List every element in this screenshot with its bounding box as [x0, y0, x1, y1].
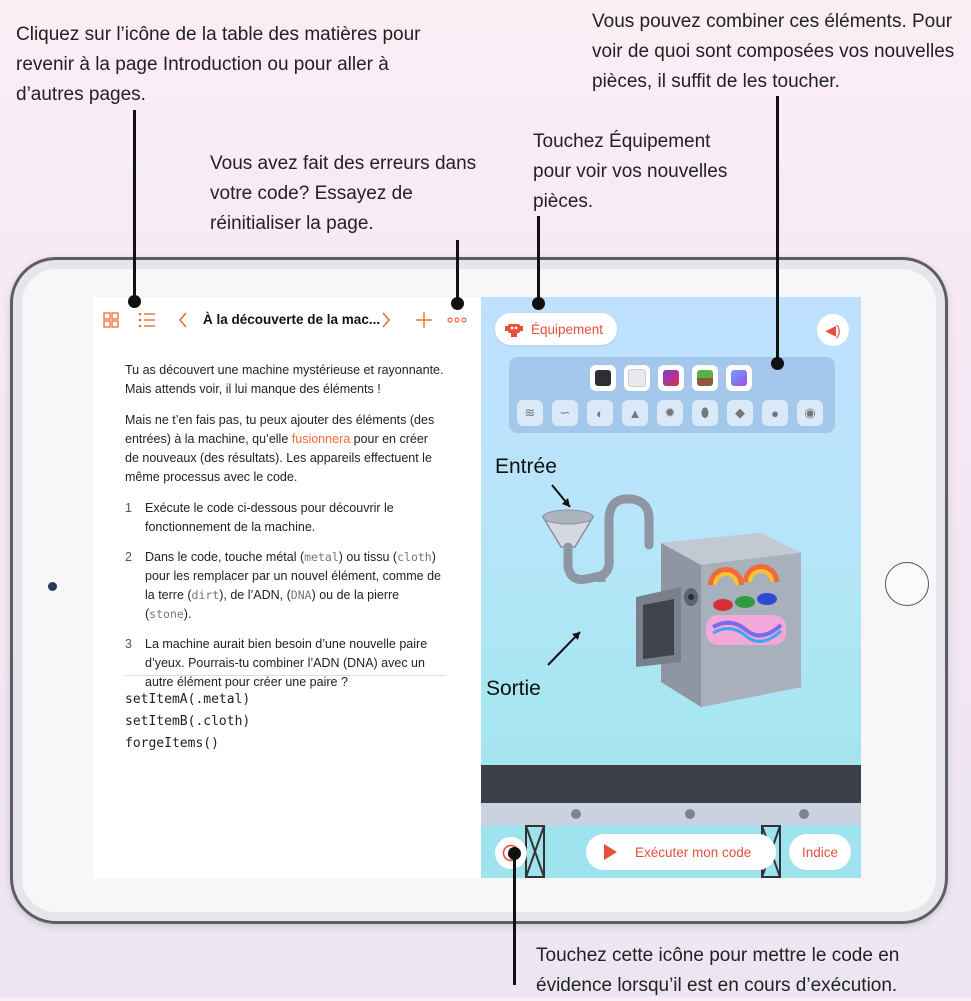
- equipment-callout: Touchez Équipement pour voir vos nouvell…: [533, 131, 728, 212]
- camera: [48, 582, 57, 591]
- inline-code-dna: DNA: [290, 588, 312, 602]
- play-icon: [604, 844, 617, 860]
- inline-code-stone: stone: [149, 607, 184, 621]
- hint-button[interactable]: Indice: [789, 834, 851, 870]
- step-number: 2: [125, 550, 132, 564]
- step-text: Exécute le code ci-dessous pour découvri…: [145, 501, 394, 534]
- rail-bolt: [685, 809, 695, 819]
- run-label: Exécuter mon code: [635, 844, 752, 860]
- robot-icon: [505, 324, 523, 337]
- code-line[interactable]: setItemA(.metal): [125, 689, 250, 711]
- item-slot[interactable]: [692, 365, 718, 391]
- step-text: La machine aurait bien besoin d’une nouv…: [145, 637, 428, 689]
- speaker-icon: ◀): [825, 321, 841, 338]
- page-title: À la découverte de la mac...: [203, 312, 381, 327]
- item-slot[interactable]: [624, 365, 650, 391]
- chevron-left-icon[interactable]: [178, 311, 188, 329]
- highlight-callout: Touchez cette icône pour mettre le code …: [536, 945, 900, 996]
- truss-left: [525, 825, 545, 878]
- step-number: 1: [125, 501, 132, 515]
- inline-code-cloth: cloth: [397, 550, 432, 564]
- step-3: 3 La machine aurait bien besoin d’une nou…: [125, 635, 445, 692]
- run-code-button[interactable]: Exécuter mon code: [586, 834, 776, 870]
- toolbar: À la découverte de la mac...: [93, 297, 481, 345]
- highlight-dot: [508, 847, 521, 860]
- grid-icon[interactable]: [103, 312, 119, 328]
- list-icon[interactable]: [138, 311, 156, 329]
- toc-leader: [133, 110, 136, 301]
- step-2: 2 Dans le code, touche métal (metal) ou t…: [125, 548, 445, 624]
- equipment-tray: ≋ ∽ ◐ ▲ ✹ ⬮ ◆ ● ◉: [509, 357, 835, 433]
- plus-icon[interactable]: [415, 311, 433, 329]
- lesson-pane: À la découverte de la mac... Tu as décou…: [93, 297, 481, 878]
- rail-bolt: [799, 809, 809, 819]
- reset-leader: [456, 240, 459, 302]
- text: ) ou tissu (: [338, 550, 398, 564]
- glossary-link[interactable]: fusionnera: [292, 432, 350, 446]
- ball-icon[interactable]: ◉: [797, 400, 823, 426]
- code-editor[interactable]: setItemA(.metal) setItemB(.cloth) forgeI…: [125, 689, 250, 755]
- equipment-button[interactable]: Équipement: [495, 313, 618, 345]
- wave-icon[interactable]: ∽: [552, 400, 578, 426]
- step-1: 1 Exécute le code ci-dessous pour découvr…: [125, 499, 445, 537]
- combine-leader: [776, 96, 779, 364]
- rail-bolt: [571, 809, 581, 819]
- equipment-label: Équipement: [531, 321, 604, 337]
- highlight-leader: [513, 853, 516, 985]
- reset-callout: Vous avez fait des erreurs dans votre co…: [210, 153, 477, 234]
- rock-icon[interactable]: ▲: [622, 400, 648, 426]
- text: Dans le code, touche métal (: [145, 550, 305, 564]
- chevron-right-icon[interactable]: [381, 311, 391, 329]
- ground: [481, 765, 861, 803]
- screen: À la découverte de la mac... Tu as décou…: [93, 297, 861, 878]
- spores-icon[interactable]: ●: [762, 400, 788, 426]
- reset-dot: [451, 297, 464, 310]
- inline-code-metal: metal: [304, 550, 339, 564]
- ellipsis-icon[interactable]: [447, 317, 467, 323]
- code-line[interactable]: setItemB(.cloth): [125, 711, 250, 733]
- input-label: Entrée: [495, 455, 557, 478]
- toc-callout: Cliquez sur l’icône de la table des mati…: [16, 24, 421, 105]
- equipment-dot: [532, 297, 545, 310]
- io-arrows: [547, 484, 581, 666]
- lesson-content: Tu as découvert une machine mystérieuse …: [125, 361, 445, 703]
- intro-paragraph: Tu as découvert une machine mystérieuse …: [125, 363, 444, 396]
- layers-icon[interactable]: ≋: [517, 400, 543, 426]
- live-view: Équipement ◀) ≋ ∽ ◐ ▲ ✹ ⬮ ◆ ● ◉ Entrée S…: [481, 297, 861, 878]
- item-slot[interactable]: [658, 365, 684, 391]
- item-slot[interactable]: [590, 365, 616, 391]
- seed-icon[interactable]: ◐: [587, 400, 613, 426]
- gear-icon[interactable]: ✹: [657, 400, 683, 426]
- gem-icon[interactable]: ◆: [727, 400, 753, 426]
- equipment-leader: [537, 216, 540, 304]
- item-slot[interactable]: [726, 365, 752, 391]
- combine-dot: [771, 357, 784, 370]
- text: ).: [183, 607, 192, 621]
- home-button[interactable]: [885, 562, 929, 606]
- explanation-paragraph: Mais ne t’en fais pas, tu peux ajouter d…: [125, 411, 445, 487]
- combine-callout: Vous pouvez combiner ces éléments. Pour …: [592, 11, 955, 92]
- divider: [125, 675, 445, 676]
- egg-icon[interactable]: ⬮: [692, 400, 718, 426]
- toc-dot: [128, 295, 141, 308]
- sound-button[interactable]: ◀): [817, 314, 849, 346]
- text: ), de l’ADN, (: [219, 588, 291, 602]
- step-number: 3: [125, 637, 132, 651]
- code-line[interactable]: forgeItems(): [125, 733, 250, 755]
- inline-code-dirt: dirt: [191, 588, 220, 602]
